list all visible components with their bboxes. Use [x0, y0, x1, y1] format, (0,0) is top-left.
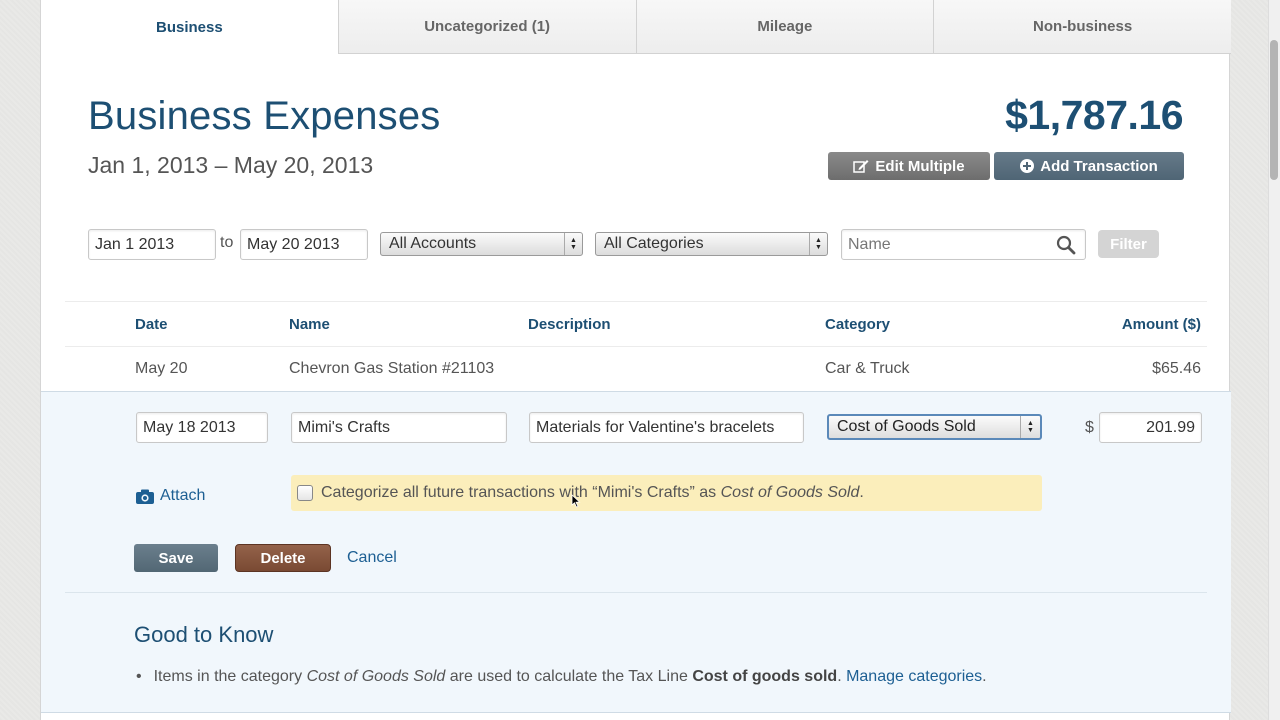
- filter-button[interactable]: Filter: [1098, 230, 1159, 258]
- edit-multiple-label: Edit Multiple: [875, 157, 965, 175]
- good-to-know-item: • Items in the category Cost of Goods So…: [136, 668, 987, 686]
- categorize-future-checkbox[interactable]: [297, 485, 313, 501]
- end-date-input[interactable]: May 20 2013: [240, 229, 368, 260]
- tab-uncategorized[interactable]: Uncategorized (1): [337, 0, 636, 54]
- column-header-category[interactable]: Category: [825, 316, 890, 333]
- tab-bar: Business Uncategorized (1) Mileage Non-b…: [41, 0, 1231, 54]
- currency-symbol: $: [1085, 419, 1094, 436]
- table-header-divider: [65, 346, 1207, 347]
- categorize-future-suggestion: Categorize all future transactions with …: [291, 475, 1042, 511]
- good-to-know-text: Items in the category Cost of Goods Sold…: [153, 668, 987, 685]
- edit-transaction-panel: May 18 2013 Mimi's Crafts Materials for …: [41, 391, 1231, 713]
- search-icon[interactable]: [1056, 235, 1076, 255]
- edit-category-select[interactable]: Cost of Goods Sold ▲ ▼: [827, 414, 1042, 440]
- edit-icon: [853, 160, 869, 173]
- date-range-subtitle: Jan 1, 2013 – May 20, 2013: [88, 152, 374, 178]
- mouse-cursor-icon: [571, 494, 581, 508]
- to-label: to: [220, 234, 234, 251]
- camera-icon: [136, 489, 154, 504]
- select-arrows-icon: ▲ ▼: [564, 233, 582, 255]
- categories-select[interactable]: All Categories ▲ ▼: [595, 232, 828, 256]
- row-date: May 20: [135, 360, 188, 377]
- row-amount: $65.46: [1152, 360, 1201, 377]
- column-header-amount[interactable]: Amount ($): [1122, 316, 1201, 333]
- save-button[interactable]: Save: [134, 544, 218, 572]
- add-transaction-button[interactable]: Add Transaction: [994, 152, 1184, 180]
- edit-date-input[interactable]: May 18 2013: [136, 412, 268, 443]
- row-name: Chevron Gas Station #21103: [289, 360, 495, 377]
- cancel-link[interactable]: Cancel: [347, 549, 397, 567]
- column-header-description[interactable]: Description: [528, 316, 611, 333]
- row-category: Car & Truck: [825, 360, 910, 377]
- accounts-select[interactable]: All Accounts ▲ ▼: [380, 232, 583, 256]
- table-top-divider: [65, 301, 1207, 302]
- edit-description-input[interactable]: Materials for Valentine's bracelets: [529, 412, 804, 443]
- select-arrows-icon: ▲ ▼: [809, 233, 827, 255]
- page-container: Business Uncategorized (1) Mileage Non-b…: [40, 0, 1231, 720]
- edit-category-value: Cost of Goods Sold: [837, 418, 976, 435]
- tab-non-business[interactable]: Non-business: [933, 0, 1231, 54]
- tab-mileage[interactable]: Mileage: [635, 0, 934, 54]
- suggestion-text: Categorize all future transactions with …: [321, 484, 864, 501]
- good-to-know-heading: Good to Know: [134, 622, 274, 647]
- select-arrows-icon: ▲ ▼: [1020, 416, 1040, 438]
- attach-link[interactable]: Attach: [136, 487, 205, 505]
- total-amount: $1,787.16: [1005, 92, 1183, 138]
- start-date-input[interactable]: Jan 1 2013: [88, 229, 216, 260]
- edit-name-input[interactable]: Mimi's Crafts: [291, 412, 507, 443]
- manage-categories-link[interactable]: Manage categories: [846, 668, 982, 685]
- edit-multiple-button[interactable]: Edit Multiple: [828, 152, 990, 180]
- page-scrollbar[interactable]: [1268, 0, 1280, 720]
- add-transaction-label: Add Transaction: [1040, 157, 1158, 175]
- categories-select-value: All Categories: [604, 235, 704, 252]
- page-title: Business Expenses: [88, 94, 441, 138]
- scrollbar-thumb[interactable]: [1270, 40, 1278, 180]
- name-search-placeholder: Name: [848, 235, 891, 253]
- plus-circle-icon: [1020, 159, 1035, 173]
- column-header-name[interactable]: Name: [289, 316, 330, 333]
- delete-button[interactable]: Delete: [235, 544, 331, 572]
- name-search-input[interactable]: Name: [841, 229, 1086, 260]
- tab-business[interactable]: Business: [41, 0, 338, 54]
- accounts-select-value: All Accounts: [389, 235, 477, 252]
- column-header-date[interactable]: Date: [135, 316, 168, 333]
- panel-divider: [65, 592, 1207, 593]
- edit-amount-input[interactable]: 201.99: [1099, 412, 1202, 443]
- bullet-icon: •: [136, 668, 142, 685]
- attach-label: Attach: [160, 487, 206, 504]
